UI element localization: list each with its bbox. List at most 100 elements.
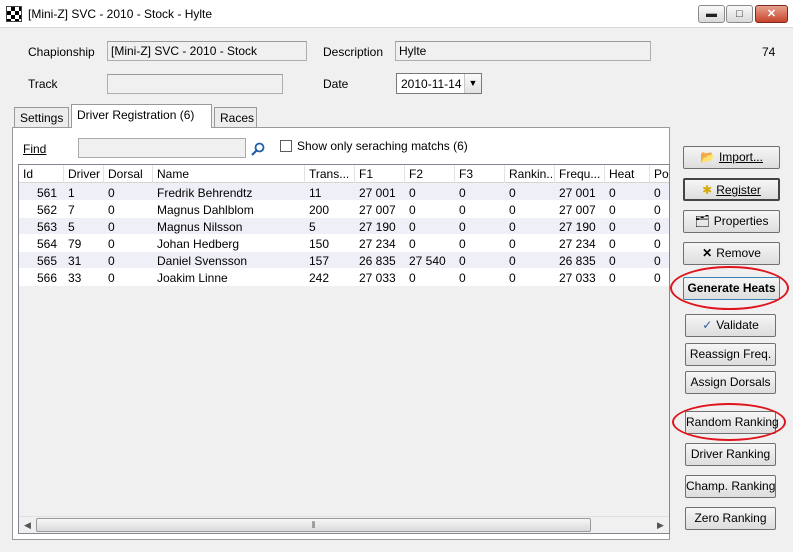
- table-row[interactable]: 563 5 0 Magnus Nilsson 5 27 190 0 0 0 27 190 0 0: [19, 218, 669, 235]
- grid-header: Id Driver Dorsal Name Trans... F1 F2 F3 …: [19, 165, 669, 183]
- scroll-left-icon[interactable]: ◀: [19, 517, 36, 533]
- column-header-f1[interactable]: F1: [355, 165, 405, 183]
- cell-frequency: 26 835: [559, 254, 596, 268]
- window-title: [Mini-Z] SVC - 2010 - Stock - Hylte: [28, 7, 213, 21]
- cell-ranking: 0: [509, 203, 516, 217]
- champ-ranking-label: Champ. Ranking: [686, 479, 776, 493]
- tab-driver-registration[interactable]: Driver Registration (6): [71, 104, 212, 128]
- record-count: 74: [762, 45, 776, 59]
- column-header-ranking[interactable]: Rankin...: [505, 165, 555, 183]
- driver-grid[interactable]: Id Driver Dorsal Name Trans... F1 F2 F3 …: [18, 164, 670, 534]
- properties-button[interactable]: 🗂 Properties: [683, 210, 780, 233]
- track-field[interactable]: [107, 74, 283, 94]
- cell-id: 565: [37, 254, 58, 268]
- tab-races[interactable]: Races: [214, 107, 257, 127]
- properties-label: Properties: [713, 214, 769, 228]
- cell-f2: 0: [409, 237, 416, 251]
- zero-ranking-button[interactable]: Zero Ranking: [685, 507, 776, 530]
- cell-heat: 0: [609, 186, 616, 200]
- highlight-circle-random-ranking: [672, 403, 786, 441]
- table-row[interactable]: 561 1 0 Fredrik Behrendtz 11 27 001 0 0 0 27 001 0…: [19, 184, 669, 201]
- cell-f1: 27 234: [359, 237, 396, 251]
- cell-frequency: 27 033: [559, 271, 596, 285]
- cell-driver: 1: [68, 186, 75, 200]
- cell-f1: 27 001: [359, 186, 396, 200]
- cell-id: 562: [37, 203, 58, 217]
- find-input[interactable]: [78, 138, 246, 158]
- table-row[interactable]: 562 7 0 Magnus Dahlblom 200 27 007 0 0 0 27 007 0 0: [19, 201, 669, 218]
- cell-name: Joakim Linne: [157, 271, 228, 285]
- cell-name: Magnus Nilsson: [157, 220, 243, 234]
- cell-f2: 27 540: [409, 254, 446, 268]
- search-icon[interactable]: [250, 141, 266, 157]
- column-header-heat[interactable]: Heat: [605, 165, 650, 183]
- cell-position: 0: [654, 186, 661, 200]
- cell-id: 566: [37, 271, 58, 285]
- table-row[interactable]: 564 79 0 Johan Hedberg 150 27 234 0 0 0 27 234 0 0: [19, 235, 669, 252]
- cell-f1: 26 835: [359, 254, 396, 268]
- horizontal-scrollbar[interactable]: ◀ ⦀ ▶: [19, 516, 669, 533]
- import-label: Import...: [718, 150, 763, 164]
- assign-dorsals-button[interactable]: Assign Dorsals: [685, 371, 776, 394]
- column-header-f3[interactable]: F3: [455, 165, 505, 183]
- remove-button[interactable]: ✕ Remove: [683, 242, 780, 265]
- column-header-position[interactable]: Po: [650, 165, 669, 183]
- reassign-freq-button[interactable]: Reassign Freq.: [685, 343, 776, 366]
- chevron-down-icon[interactable]: ▼: [464, 74, 481, 93]
- table-row[interactable]: 565 31 0 Daniel Svensson 157 26 835 27 540 0 0 26…: [19, 252, 669, 269]
- cell-f1: 27 033: [359, 271, 396, 285]
- show-only-matches-checkbox[interactable]: [280, 140, 292, 152]
- scroll-right-icon[interactable]: ▶: [652, 517, 669, 533]
- column-header-name[interactable]: Name: [153, 165, 305, 183]
- minimize-button[interactable]: ▬: [698, 5, 725, 23]
- cell-name: Daniel Svensson: [157, 254, 248, 268]
- scrollbar-thumb[interactable]: ⦀: [36, 518, 591, 532]
- cell-ranking: 0: [509, 254, 516, 268]
- cell-ranking: 0: [509, 271, 516, 285]
- cell-f3: 0: [459, 254, 466, 268]
- cell-dorsal: 0: [108, 271, 115, 285]
- championship-field[interactable]: [Mini-Z] SVC - 2010 - Stock: [107, 41, 307, 61]
- close-button[interactable]: ✕: [755, 5, 788, 23]
- cell-heat: 0: [609, 237, 616, 251]
- cell-driver: 79: [68, 237, 82, 251]
- column-header-frequency[interactable]: Frequ...: [555, 165, 605, 183]
- cell-dorsal: 0: [108, 254, 115, 268]
- cell-f3: 0: [459, 186, 466, 200]
- cell-ranking: 0: [509, 237, 516, 251]
- assign-dorsals-label: Assign Dorsals: [690, 375, 771, 389]
- champ-ranking-button[interactable]: Champ. Ranking: [685, 475, 776, 498]
- cell-f1: 27 190: [359, 220, 396, 234]
- cell-f3: 0: [459, 220, 466, 234]
- register-button[interactable]: ✱ Register: [683, 178, 780, 201]
- column-header-driver[interactable]: Driver: [64, 165, 104, 183]
- cell-f3: 0: [459, 237, 466, 251]
- cell-f2: 0: [409, 203, 416, 217]
- import-button[interactable]: 📂 Import...: [683, 146, 780, 169]
- column-header-id[interactable]: Id: [19, 165, 64, 183]
- date-select[interactable]: 2010-11-14 ▼: [396, 73, 482, 94]
- description-label: Description: [323, 45, 384, 59]
- cell-position: 0: [654, 271, 661, 285]
- validate-button[interactable]: ✓ Validate: [685, 314, 776, 337]
- column-header-dorsal[interactable]: Dorsal: [104, 165, 153, 183]
- cell-dorsal: 0: [108, 186, 115, 200]
- cell-f3: 0: [459, 203, 466, 217]
- maximize-button[interactable]: □: [726, 5, 753, 23]
- description-field[interactable]: Hylte: [395, 41, 651, 61]
- register-label: Register: [716, 183, 761, 197]
- folder-icon: 📂: [700, 150, 715, 164]
- register-star-icon: ✱: [702, 183, 713, 197]
- cell-heat: 0: [609, 203, 616, 217]
- tab-settings[interactable]: Settings: [14, 107, 69, 127]
- column-header-trans[interactable]: Trans...: [305, 165, 355, 183]
- find-label-text: Find: [23, 142, 47, 156]
- driver-ranking-button[interactable]: Driver Ranking: [685, 443, 776, 466]
- cell-id: 561: [37, 186, 58, 200]
- driver-ranking-label: Driver Ranking: [690, 447, 771, 461]
- table-row[interactable]: 566 33 0 Joakim Linne 242 27 033 0 0 0 27 033 0 0: [19, 269, 669, 286]
- cell-f2: 0: [409, 186, 416, 200]
- cell-trans: 157: [309, 254, 330, 268]
- column-header-f2[interactable]: F2: [405, 165, 455, 183]
- championship-label: Chapionship: [28, 45, 95, 59]
